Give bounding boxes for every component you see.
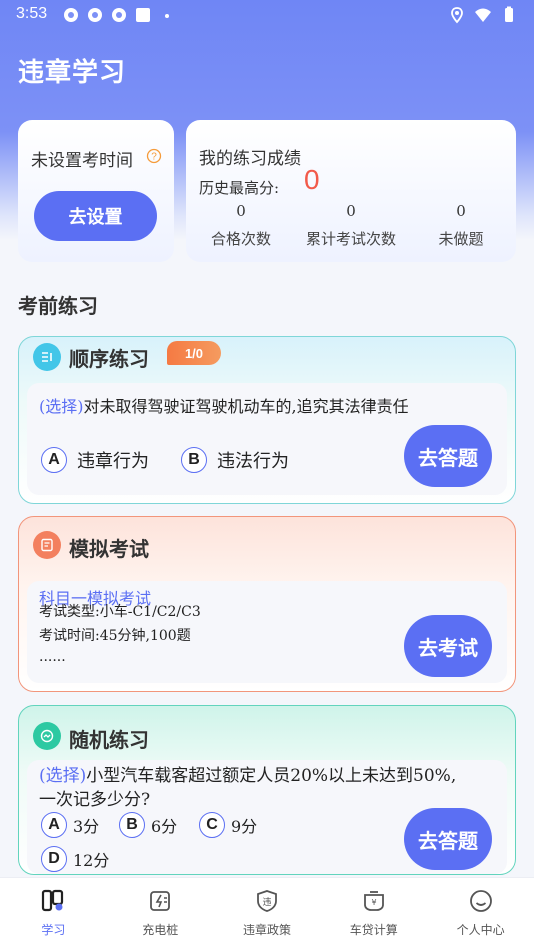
option-letter: B (181, 447, 207, 473)
app-notification-icon (88, 8, 102, 22)
page-title: 违章学习 (18, 58, 127, 88)
option-b[interactable]: B 违法行为 (181, 447, 289, 473)
question-text: (选择)对未取得驾驶证驾驶机动车的,追究其法律责任 (39, 395, 409, 419)
mock-info-box: 科目一模拟考试 考试类型:小车-C1/C2/C3 考试时间:45分钟,100题 … (27, 581, 507, 683)
svg-text:?: ? (151, 152, 157, 163)
help-icon[interactable]: ? (146, 148, 162, 164)
option-c[interactable]: C 9分 (199, 812, 257, 838)
option-letter: A (41, 447, 67, 473)
svg-text:¥: ¥ (371, 898, 376, 907)
square-notification-icon (136, 8, 150, 22)
mock-title: 模拟考试 (69, 537, 149, 561)
exam-paper-icon (33, 531, 61, 559)
best-score-value: 0 (304, 164, 320, 195)
set-exam-time-button[interactable]: 去设置 (34, 191, 157, 241)
stat-exam-count: 0 累计考试次数 (296, 202, 406, 249)
option-text: 12分 (73, 851, 110, 870)
start-exam-button[interactable]: 去考试 (404, 615, 492, 677)
question-text: (选择)小型汽车载客超过额定人员20%以上未达到50%, 一次记多少分? (39, 764, 456, 812)
tab-label: 充电桩 (142, 923, 179, 937)
option-text: 违法行为 (217, 451, 289, 472)
option-letter: B (119, 812, 145, 838)
option-text: 9分 (231, 817, 258, 836)
exam-time-card: 未设置考时间 ? 去设置 (18, 120, 174, 262)
location-icon (451, 7, 463, 24)
option-letter: D (41, 846, 67, 872)
stat-value: 0 (346, 202, 356, 220)
loan-calculator-icon: ¥ (363, 891, 384, 911)
score-title: 我的练习成绩 (199, 149, 301, 169)
svg-text:违: 违 (262, 897, 271, 908)
status-time: 3:53 (16, 5, 48, 22)
stat-label: 累计考试次数 (305, 230, 396, 248)
mock-type: 考试类型:小车-C1/C2/C3 (39, 604, 201, 620)
best-score-label: 历史最高分: (199, 179, 280, 197)
option-letter: A (41, 812, 67, 838)
stat-value: 0 (456, 202, 466, 220)
tab-profile[interactable]: 个人中心 (427, 878, 534, 950)
mock-exam-card[interactable]: 模拟考试 科目一模拟考试 考试类型:小车-C1/C2/C3 考试时间:45分钟,… (18, 516, 516, 692)
exam-time-status: 未设置考时间 (31, 151, 133, 171)
option-text: 3分 (73, 817, 100, 836)
wifi-icon (475, 8, 491, 22)
shuffle-icon (33, 722, 61, 750)
question-box: (选择)小型汽车载客超过额定人员20%以上未达到50%, 一次记多少分? A 3… (27, 760, 507, 874)
app-notification-icon (112, 8, 126, 22)
option-d[interactable]: D 12分 (41, 846, 109, 872)
question-tag: (选择) (39, 766, 87, 786)
option-b[interactable]: B 6分 (119, 812, 177, 838)
screen: 3:53 违章学习 未设置考时间 ? 去设置 我的练习成绩 历史最高分: 0 0 (0, 0, 534, 950)
sequential-practice-card[interactable]: 顺序练习 1/0 (选择)对未取得驾驶证驾驶机动车的,追究其法律责任 A 违章行… (18, 336, 516, 504)
stat-pass-count: 0 合格次数 (186, 202, 296, 249)
answer-button[interactable]: 去答题 (404, 425, 492, 487)
question-box: (选择)对未取得驾驶证驾驶机动车的,追究其法律责任 A 违章行为 B 违法行为 … (27, 383, 507, 495)
question-body: 小型汽车载客超过额定人员20%以上未达到50%, (86, 766, 457, 786)
section-title: 考前练习 (18, 294, 98, 318)
stat-label: 合格次数 (210, 230, 271, 248)
tab-charging[interactable]: 充电桩 (107, 878, 214, 950)
tab-label: 车贷计算 (349, 923, 398, 937)
mock-more: ...... (39, 649, 66, 665)
profile-icon (469, 890, 492, 912)
tab-policy[interactable]: 违 违章政策 (214, 878, 321, 950)
tab-loan[interactable]: ¥ 车贷计算 (320, 878, 427, 950)
dot-icon (165, 14, 169, 18)
tab-study[interactable]: 学习 (0, 878, 107, 950)
study-icon (42, 889, 64, 912)
question-body-line2: 一次记多少分? (39, 790, 151, 810)
random-title: 随机练习 (69, 728, 149, 752)
option-text: 违章行为 (77, 451, 149, 472)
sequential-title: 顺序练习 (69, 347, 149, 371)
stat-value: 0 (236, 202, 246, 220)
tab-label: 学习 (41, 923, 66, 937)
question-tag: (选择) (39, 397, 84, 416)
tab-label: 违章政策 (242, 923, 291, 937)
list-icon (33, 343, 61, 371)
question-body: 对未取得驾驶证驾驶机动车的,追究其法律责任 (83, 397, 409, 416)
random-practice-card[interactable]: 随机练习 (选择)小型汽车载客超过额定人员20%以上未达到50%, 一次记多少分… (18, 705, 516, 875)
stat-label: 未做题 (438, 230, 484, 248)
option-a[interactable]: A 3分 (41, 812, 99, 838)
option-letter: C (199, 812, 225, 838)
progress-badge: 1/0 (167, 341, 221, 365)
charging-pile-icon (150, 891, 171, 911)
notification-icons (62, 6, 176, 24)
option-text: 6分 (151, 817, 178, 836)
battery-icon (505, 6, 513, 22)
bottom-tab-bar: 学习 充电桩 违 违章政策 ¥ 车贷计算 个人中心 (0, 877, 534, 950)
score-card: 我的练习成绩 历史最高分: 0 0 合格次数 0 累计考试次数 0 未做题 (186, 120, 516, 262)
tab-label: 个人中心 (456, 923, 505, 937)
mock-time: 考试时间:45分钟,100题 (39, 628, 191, 644)
option-a[interactable]: A 违章行为 (41, 447, 149, 473)
status-bar: 3:53 (0, 0, 534, 30)
stat-undone-count: 0 未做题 (406, 202, 516, 249)
answer-button[interactable]: 去答题 (404, 808, 492, 870)
system-icons (448, 6, 518, 24)
app-notification-icon (64, 8, 78, 22)
policy-shield-icon: 违 (257, 890, 277, 912)
